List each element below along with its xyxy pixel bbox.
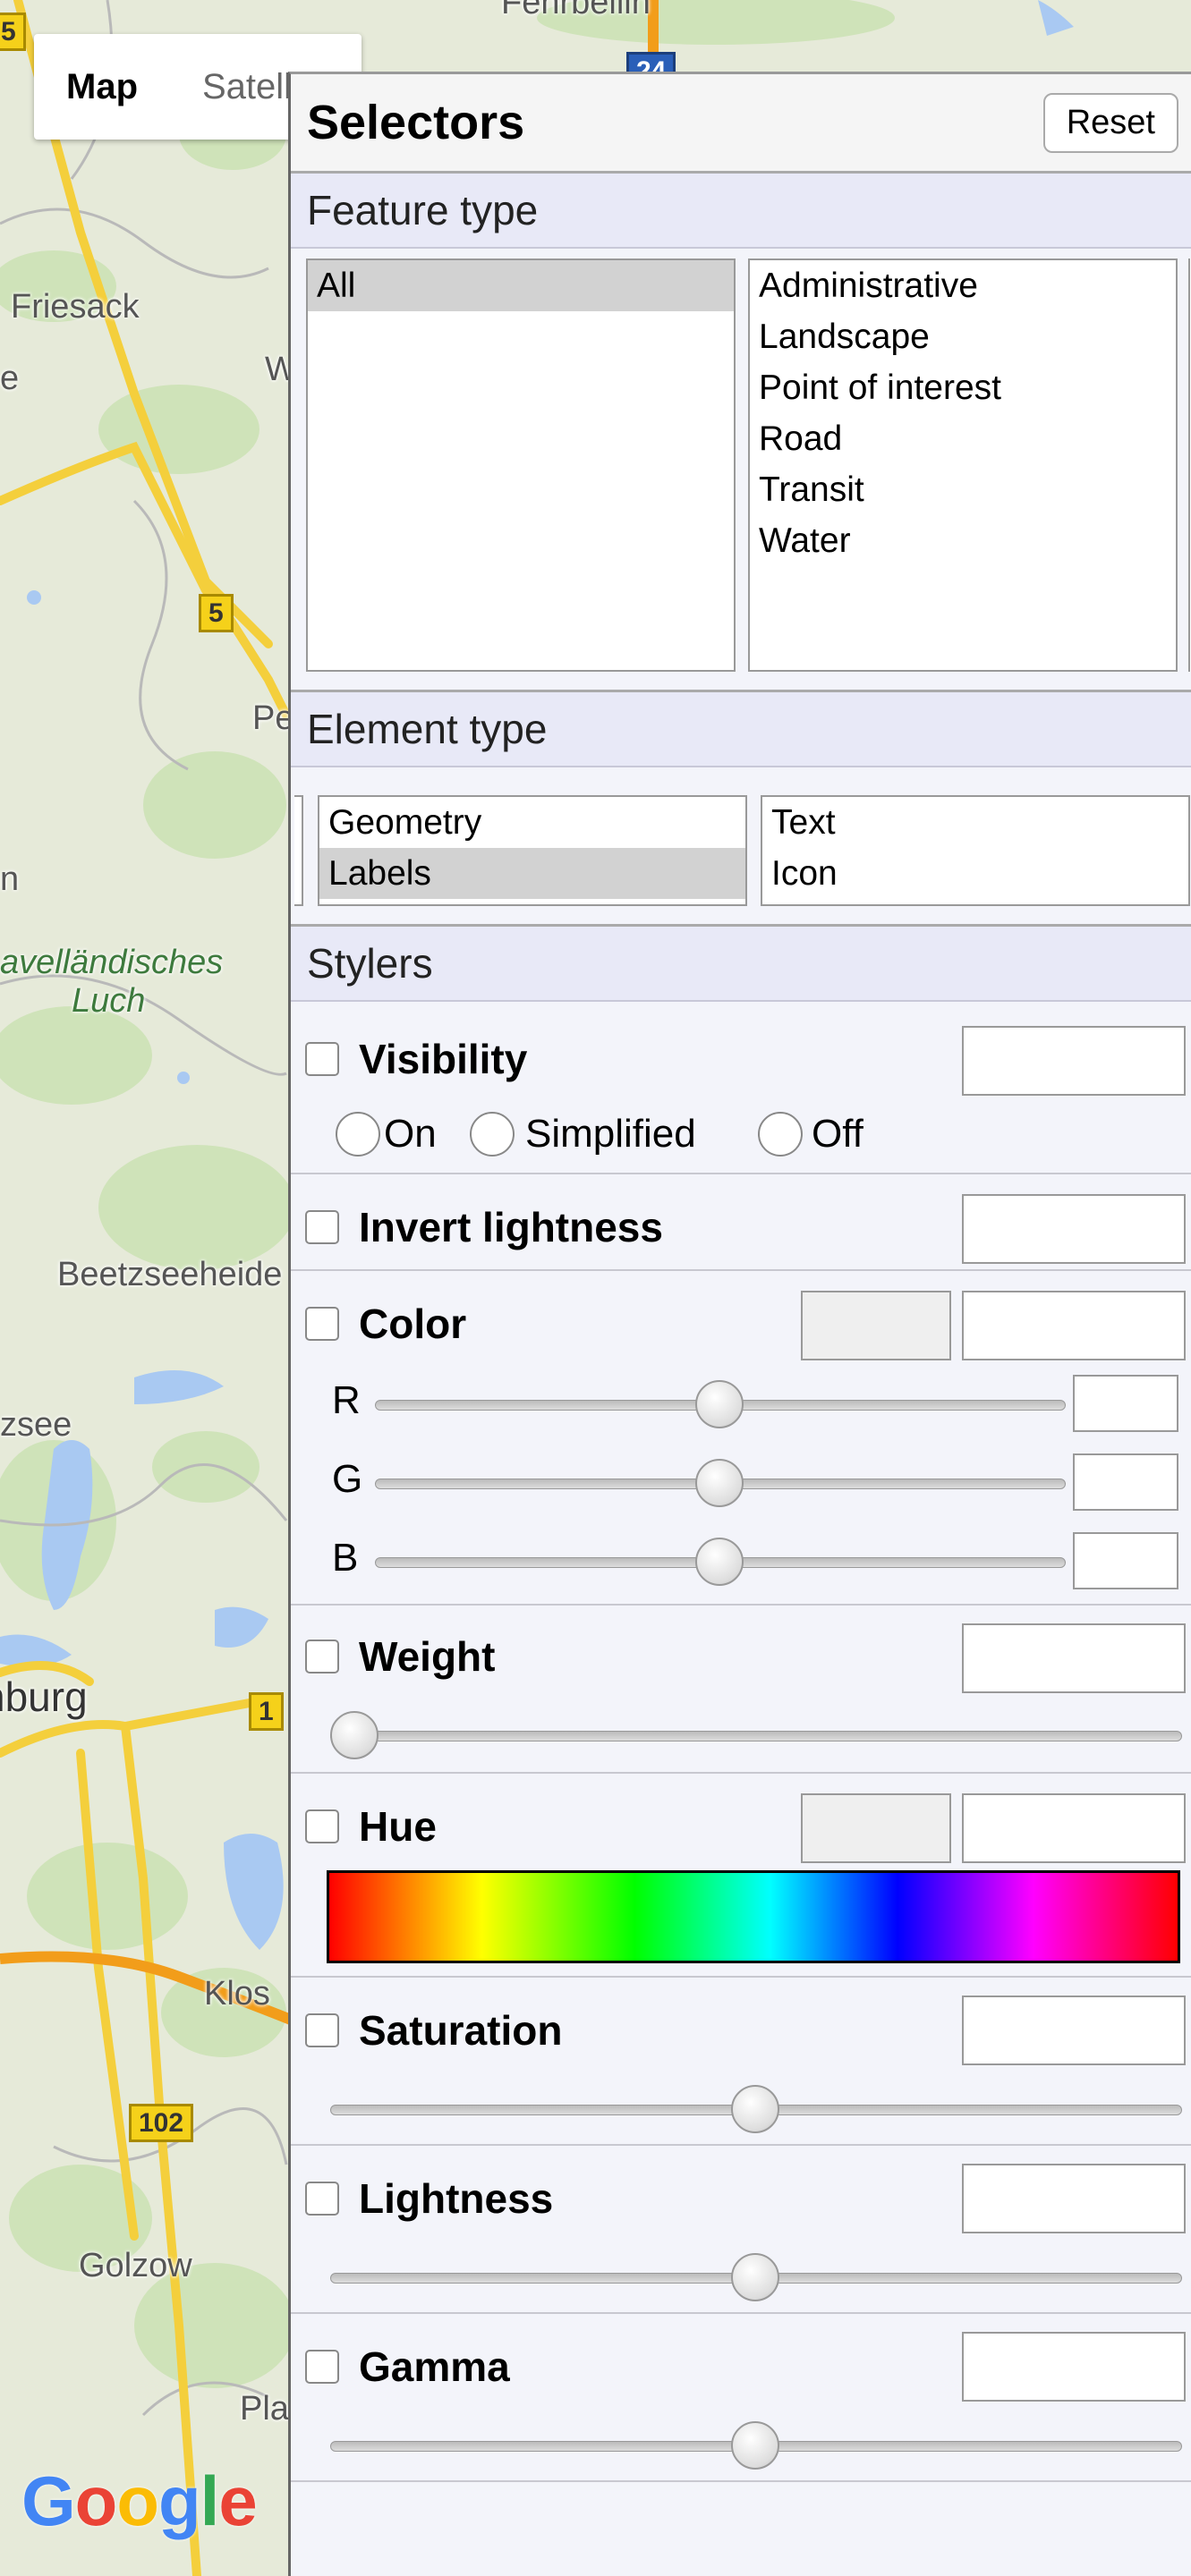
weight-value-field[interactable] xyxy=(962,1623,1186,1693)
color-label: Color xyxy=(359,1301,467,1347)
blue-value-field[interactable] xyxy=(1073,1532,1178,1589)
visibility-on-label: On xyxy=(384,1112,437,1156)
styler-panel: Selectors Reset Feature type All Adminis… xyxy=(288,72,1191,2576)
green-value-field[interactable] xyxy=(1073,1453,1178,1511)
element-type-list-0-edge xyxy=(294,795,303,906)
saturation-checkbox[interactable] xyxy=(305,2013,339,2047)
blue-slider-handle[interactable] xyxy=(695,1538,744,1586)
list-item[interactable]: Icon xyxy=(762,848,1188,899)
element-type-list-1[interactable]: Geometry Labels xyxy=(318,795,747,906)
road-shield: 102 xyxy=(129,2104,194,2142)
red-slider-handle[interactable] xyxy=(695,1380,744,1428)
gamma-value-field[interactable] xyxy=(962,2332,1186,2402)
visibility-simplified-radio[interactable] xyxy=(470,1112,515,1157)
divider xyxy=(291,1772,1191,1774)
hue-spectrum-picker[interactable] xyxy=(327,1870,1180,1963)
divider xyxy=(291,1604,1191,1606)
divider xyxy=(291,2480,1191,2482)
list-item[interactable]: Water xyxy=(750,515,1176,566)
list-item[interactable]: Labels xyxy=(319,848,745,899)
list-item[interactable]: All xyxy=(308,260,734,311)
invert-lightness-label: Invert lightness xyxy=(359,1204,663,1250)
lightness-value-field[interactable] xyxy=(962,2164,1186,2233)
map-label-zsee: zsee xyxy=(0,1406,72,1444)
divider xyxy=(291,1269,1191,1271)
weight-slider-track[interactable] xyxy=(330,1731,1182,1741)
divider xyxy=(291,2144,1191,2146)
saturation-slider-handle[interactable] xyxy=(731,2085,779,2133)
map-label-fehrbellin: Fehrbellin xyxy=(501,0,651,21)
visibility-off-label: Off xyxy=(812,1112,863,1156)
visibility-simplified-label: Simplified xyxy=(525,1112,696,1156)
color-swatch[interactable] xyxy=(801,1291,951,1360)
list-item[interactable]: Landscape xyxy=(750,311,1176,362)
hue-value-field[interactable] xyxy=(962,1793,1186,1863)
divider xyxy=(291,1173,1191,1174)
blue-channel-label: B xyxy=(332,1536,359,1580)
invert-lightness-value-field[interactable] xyxy=(962,1194,1186,1264)
panel-title: Selectors xyxy=(307,96,525,149)
invert-lightness-checkbox[interactable] xyxy=(305,1210,339,1244)
visibility-on-radio[interactable] xyxy=(336,1112,380,1157)
visibility-checkbox[interactable] xyxy=(305,1042,339,1076)
green-slider-handle[interactable] xyxy=(695,1459,744,1507)
stylers-header-wrap: Stylers xyxy=(291,924,1191,1002)
feature-type-list-2[interactable]: Administrative Landscape Point of intere… xyxy=(748,258,1178,672)
saturation-label: Saturation xyxy=(359,2007,563,2054)
red-channel-label: R xyxy=(332,1378,361,1422)
panel-header: Selectors Reset xyxy=(291,74,1191,174)
visibility-label: Visibility xyxy=(359,1036,528,1082)
hue-checkbox[interactable] xyxy=(305,1809,339,1843)
map-label-havellaendisches: avelländisches xyxy=(0,944,224,981)
road-shield: 5 xyxy=(0,13,26,51)
map-label-burg: nburg xyxy=(0,1674,88,1720)
list-item[interactable]: Text xyxy=(762,797,1188,848)
gamma-checkbox[interactable] xyxy=(305,2350,339,2384)
element-type-list-2[interactable]: Text Icon xyxy=(761,795,1190,906)
stylers-heading: Stylers xyxy=(291,924,1191,1002)
map-label-n: n xyxy=(0,860,20,898)
map-label-beetzseeheide: Beetzseeheide xyxy=(57,1256,283,1293)
feature-type-list-1[interactable]: All xyxy=(306,258,736,672)
weight-checkbox[interactable] xyxy=(305,1640,339,1674)
road-shield: 5 xyxy=(199,594,234,632)
gamma-label: Gamma xyxy=(359,2343,510,2390)
visibility-value-field[interactable] xyxy=(962,1026,1186,1096)
road-shield: 1 xyxy=(249,1692,284,1731)
weight-slider-handle[interactable] xyxy=(330,1711,379,1759)
reset-button[interactable]: Reset xyxy=(1042,92,1178,153)
map-label-friesack: Friesack xyxy=(11,288,140,326)
color-value-field[interactable] xyxy=(962,1291,1186,1360)
hue-swatch[interactable] xyxy=(801,1793,951,1863)
feature-type-heading: Feature type xyxy=(291,174,1191,249)
hue-label: Hue xyxy=(359,1803,437,1850)
element-type-header-wrap: Element type xyxy=(291,690,1191,767)
divider xyxy=(291,1976,1191,1978)
divider xyxy=(291,2312,1191,2314)
green-channel-label: G xyxy=(332,1457,363,1501)
map-label-luch: Luch xyxy=(72,982,146,1020)
lightness-label: Lightness xyxy=(359,2175,554,2222)
map-type-map-button[interactable]: Map xyxy=(34,34,170,140)
weight-label: Weight xyxy=(359,1633,496,1680)
saturation-value-field[interactable] xyxy=(962,1996,1186,2065)
visibility-off-radio[interactable] xyxy=(758,1112,803,1157)
map-label-pla: Pla xyxy=(240,2390,289,2428)
map-label-klos: Klos xyxy=(204,1975,270,2012)
element-type-heading: Element type xyxy=(291,690,1191,767)
red-value-field[interactable] xyxy=(1073,1375,1178,1432)
map-label-golzow: Golzow xyxy=(79,2247,192,2284)
map-label-e: e xyxy=(0,360,20,397)
google-logo: Google xyxy=(21,2462,258,2540)
list-item[interactable]: Road xyxy=(750,413,1176,464)
lightness-checkbox[interactable] xyxy=(305,2182,339,2216)
list-item[interactable]: Geometry xyxy=(319,797,745,848)
list-item[interactable]: Point of interest xyxy=(750,362,1176,413)
color-checkbox[interactable] xyxy=(305,1307,339,1341)
list-item[interactable]: Transit xyxy=(750,464,1176,515)
gamma-slider-handle[interactable] xyxy=(731,2421,779,2470)
list-item[interactable]: Administrative xyxy=(750,260,1176,311)
lightness-slider-handle[interactable] xyxy=(731,2253,779,2301)
